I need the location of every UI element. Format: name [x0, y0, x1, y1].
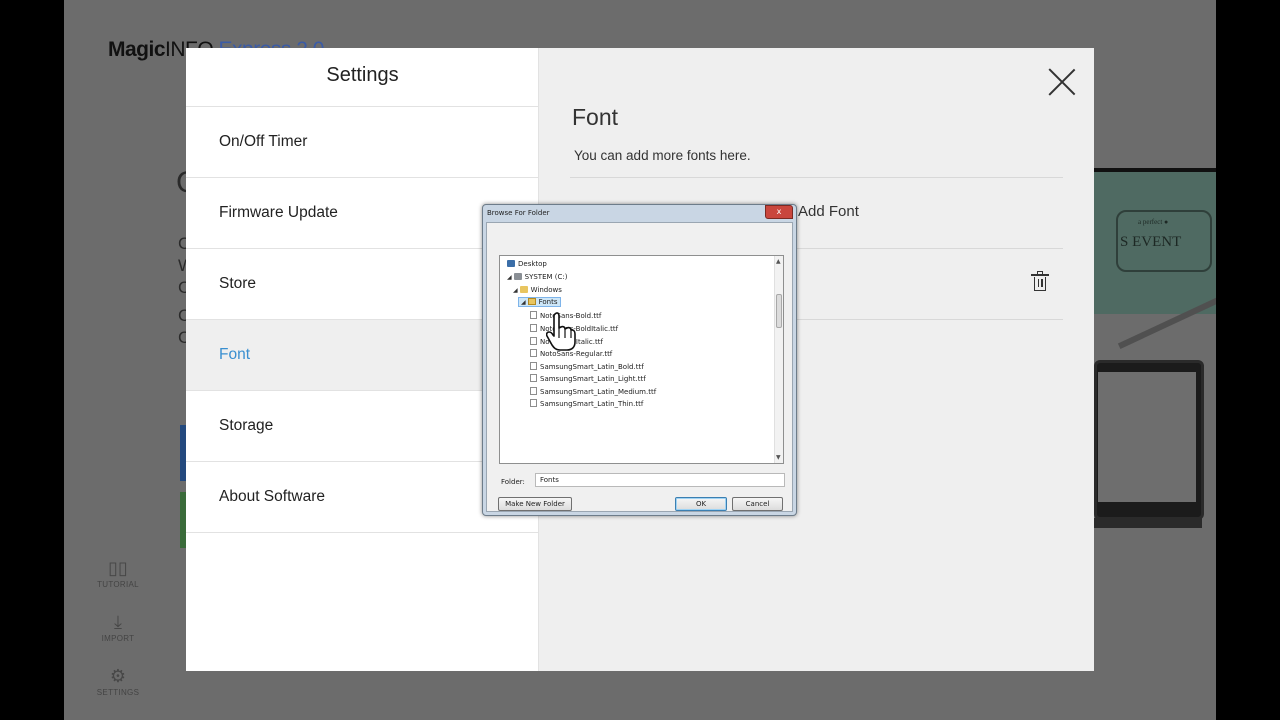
folder-label: Folder: — [501, 478, 525, 486]
font-file-icon — [530, 324, 537, 332]
content-title: Font — [572, 104, 619, 130]
tree-node-fonts[interactable]: ◢ Fonts — [518, 297, 561, 307]
dialog-close-button[interactable]: x — [765, 205, 793, 219]
tree-node-file[interactable]: SamsungSmart_Latin_Bold.ttf — [530, 362, 644, 371]
desktop-icon — [507, 260, 515, 267]
content-description: You can add more fonts here. — [574, 148, 751, 163]
close-icon[interactable] — [1047, 67, 1077, 97]
scrollbar-thumb[interactable] — [776, 294, 782, 328]
bg-nav-settings[interactable]: ⚙ SETTINGS — [84, 666, 152, 697]
bg-laptop-screen — [1098, 372, 1196, 502]
tree-node-file[interactable]: SamsungSmart_Latin_Thin.ttf — [530, 399, 643, 408]
divider — [570, 177, 1063, 178]
bg-divider — [1094, 168, 1216, 172]
expand-icon[interactable]: ◢ — [507, 274, 512, 281]
font-file-icon — [530, 362, 537, 370]
folder-field[interactable]: Fonts — [535, 473, 785, 487]
make-new-folder-button[interactable]: Make New Folder — [498, 497, 572, 511]
dialog-title: Browse For Folder — [487, 209, 550, 217]
tree-scrollbar[interactable]: ▲ ▼ — [774, 256, 783, 463]
folder-icon — [519, 286, 528, 293]
trash-icon[interactable] — [1031, 271, 1049, 291]
font-folder-icon — [527, 298, 536, 305]
expand-icon[interactable]: ◢ — [521, 299, 526, 306]
ok-button[interactable]: OK — [675, 497, 727, 511]
add-font-button[interactable]: Add Font — [798, 203, 859, 220]
book-icon: ▯▯ — [108, 558, 128, 578]
download-icon: ⤓ — [114, 612, 122, 632]
hand-pointer-icon — [546, 312, 576, 351]
bg-event-badge: a perfect ● S EVENT — [1116, 210, 1212, 272]
cancel-button[interactable]: Cancel — [732, 497, 783, 511]
gear-icon: ⚙ — [109, 666, 127, 686]
scroll-up-icon[interactable]: ▲ — [776, 258, 781, 265]
tree-node-file[interactable]: SamsungSmart_Latin_Medium.ttf — [530, 387, 656, 396]
scroll-down-icon[interactable]: ▼ — [776, 454, 781, 461]
nav-item-on-off-timer[interactable]: On/Off Timer — [186, 107, 539, 178]
font-file-icon — [530, 349, 537, 357]
font-file-icon — [530, 399, 537, 407]
settings-title: Settings — [326, 64, 399, 86]
dialog-body: Desktop ◢ SYSTEM (C:) ◢ Windows ◢ Fonts Not… — [486, 222, 793, 512]
bg-laptop-base — [1094, 518, 1202, 528]
folder-tree[interactable]: Desktop ◢ SYSTEM (C:) ◢ Windows ◢ Fonts Not… — [499, 255, 784, 464]
expand-icon[interactable]: ◢ — [513, 287, 518, 294]
drive-icon — [513, 273, 522, 280]
font-file-icon — [530, 311, 537, 319]
tree-node-desktop[interactable]: Desktop — [507, 260, 547, 268]
bg-nav-tutorial[interactable]: ▯▯ TUTORIAL — [84, 558, 152, 589]
font-file-icon — [530, 374, 537, 382]
tree-node-file[interactable]: SamsungSmart_Latin_Light.ttf — [530, 374, 646, 383]
font-file-icon — [530, 337, 537, 345]
bg-nav-import[interactable]: ⤓ IMPORT — [84, 612, 152, 643]
browse-for-folder-dialog: Browse For Folder x Desktop ◢ SYSTEM (C:)… — [482, 204, 797, 516]
tree-node-system-drive[interactable]: ◢ SYSTEM (C:) — [507, 273, 567, 281]
tree-node-windows[interactable]: ◢ Windows — [513, 286, 562, 294]
font-file-icon — [530, 387, 537, 395]
